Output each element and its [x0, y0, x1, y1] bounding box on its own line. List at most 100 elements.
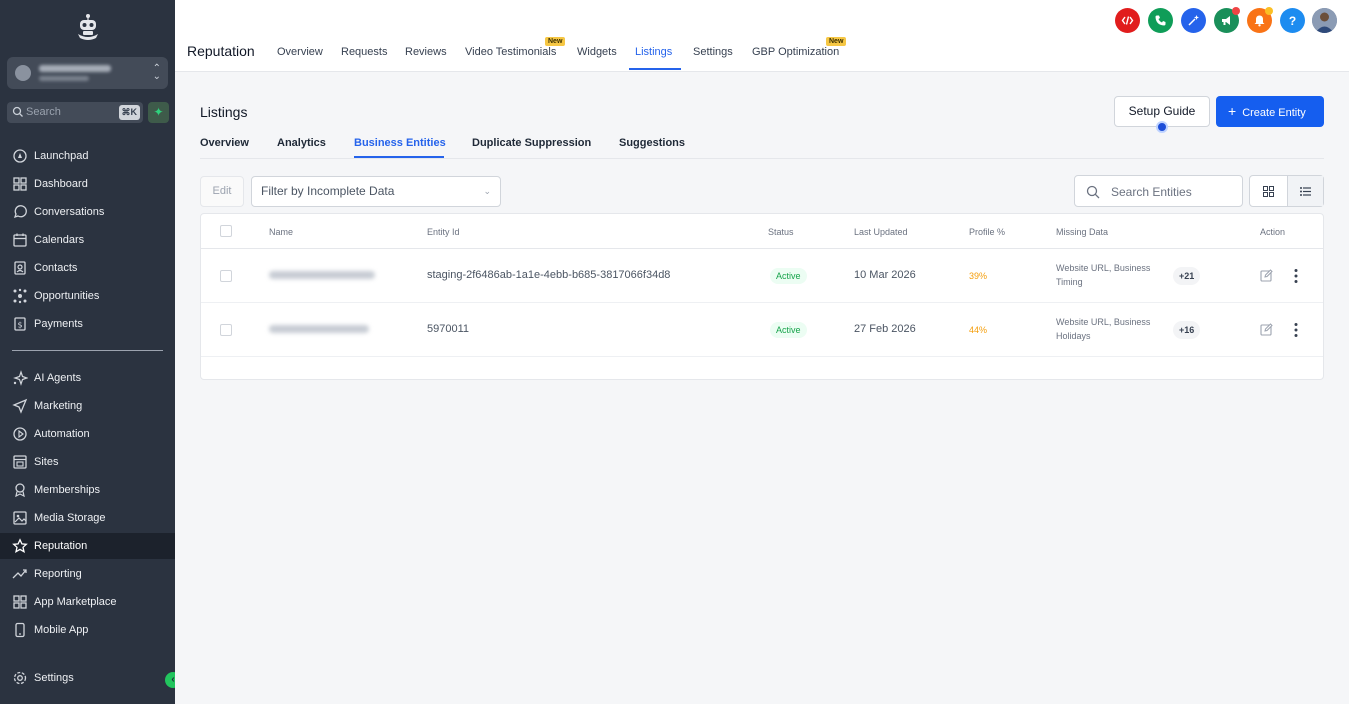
sidebar-item-label: Dashboard — [34, 178, 88, 190]
sidebar-item-contacts[interactable]: Contacts — [0, 255, 175, 281]
bell-icon — [1254, 15, 1265, 27]
magic-icon — [1188, 15, 1199, 26]
sidebar-divider — [12, 350, 163, 351]
view-toggle — [1249, 175, 1324, 207]
kebab-menu-icon[interactable] — [1290, 268, 1302, 284]
sidebar-item-launchpad[interactable]: Launchpad — [0, 143, 175, 169]
tab-listings[interactable]: Listings — [635, 46, 672, 58]
entity-name-redacted[interactable] — [269, 325, 369, 333]
account-name-redacted — [39, 65, 111, 72]
kebab-menu-icon[interactable] — [1290, 322, 1302, 338]
notification-dot — [1232, 7, 1240, 15]
code-button[interactable] — [1115, 8, 1140, 33]
tab-video-testimonials[interactable]: Video Testimonials — [465, 46, 556, 58]
sidebar-item-automation[interactable]: Automation — [0, 421, 175, 447]
missing-data-line: Holidays — [1056, 331, 1091, 341]
sidebar-item-label: AI Agents — [34, 372, 82, 384]
sidebar-search[interactable]: Search ⌘K — [7, 102, 143, 123]
gear-icon — [13, 671, 27, 685]
search-shortcut-badge: ⌘K — [118, 105, 140, 120]
sites-icon — [13, 455, 27, 469]
subtab-business-entities[interactable]: Business Entities — [354, 137, 446, 149]
sidebar-item-label: Mobile App — [34, 624, 89, 636]
grid-view-button[interactable] — [1250, 176, 1287, 206]
code-icon — [1121, 16, 1134, 25]
app-logo-icon[interactable] — [74, 12, 102, 42]
sidebar-item-marketing[interactable]: Marketing — [0, 393, 175, 419]
tab-settings[interactable]: Settings — [693, 46, 733, 58]
sidebar-item-calendars[interactable]: Calendars — [0, 227, 175, 253]
column-header-action: Action — [1260, 227, 1286, 237]
table-row[interactable]: 5970011 Active 27 Feb 2026 44% Website U… — [201, 303, 1323, 357]
sidebar-item-reputation[interactable]: Reputation — [0, 533, 175, 559]
page-title: Listings — [200, 104, 248, 120]
sidebar-item-media-storage[interactable]: Media Storage — [0, 505, 175, 531]
last-updated-cell: 27 Feb 2026 — [854, 323, 916, 335]
entity-name-redacted[interactable] — [269, 271, 375, 279]
table-row[interactable]: staging-2f6486ab-1a1e-4ebb-b685-3817066f… — [201, 249, 1323, 303]
edit-button[interactable]: Edit — [200, 176, 244, 207]
tab-widgets[interactable]: Widgets — [577, 46, 617, 58]
sidebar-item-sites[interactable]: Sites — [0, 449, 175, 475]
sidebar-item-conversations[interactable]: Conversations — [0, 199, 175, 225]
ai-assist-button[interactable]: ✦ — [148, 102, 169, 123]
user-avatar[interactable] — [1312, 8, 1337, 33]
sidebar-item-settings[interactable]: Settings — [0, 665, 175, 691]
row-checkbox[interactable] — [220, 270, 232, 282]
status-badge: Active — [770, 322, 807, 338]
create-entity-label: Create Entity — [1242, 107, 1306, 119]
sidebar-item-label: Reputation — [34, 540, 88, 552]
tab-reviews[interactable]: Reviews — [405, 46, 447, 58]
edit-icon[interactable] — [1260, 269, 1273, 282]
sidebar-item-ai-agents[interactable]: AI Agents — [0, 365, 175, 391]
account-switcher[interactable]: ⌃ ⌄ — [7, 57, 168, 89]
main-content: Listings Setup Guide + Create Entity Over… — [175, 72, 1349, 704]
module-title: Reputation — [187, 43, 255, 59]
sidebar-item-app-marketplace[interactable]: App Marketplace — [0, 589, 175, 615]
missing-data-more-badge[interactable]: +16 — [1173, 321, 1201, 339]
phone-call-icon — [1155, 15, 1166, 26]
incomplete-data-filter[interactable]: Filter by Incomplete Data ⌄ — [251, 176, 501, 207]
sidebar-item-payments[interactable]: $ Payments — [0, 311, 175, 337]
send-icon — [12, 398, 28, 414]
tab-gbp-optimization[interactable]: GBP Optimization — [752, 46, 839, 58]
list-view-button[interactable] — [1286, 176, 1323, 206]
tab-requests[interactable]: Requests — [341, 46, 387, 58]
sidebar-item-reporting[interactable]: Reporting — [0, 561, 175, 587]
search-icon — [1086, 185, 1100, 199]
contacts-icon — [14, 261, 26, 275]
search-entities-input[interactable]: Search Entities — [1074, 175, 1243, 207]
subtab-suggestions[interactable]: Suggestions — [619, 137, 685, 149]
sidebar-item-label: Payments — [34, 318, 83, 330]
column-header-last-updated: Last Updated — [854, 227, 908, 237]
select-all-checkbox[interactable] — [220, 225, 232, 237]
last-updated-cell: 10 Mar 2026 — [854, 269, 916, 281]
subtab-overview[interactable]: Overview — [200, 137, 249, 149]
sidebar-item-label: Memberships — [34, 484, 101, 496]
edit-icon[interactable] — [1260, 323, 1273, 336]
calendar-icon — [13, 233, 27, 247]
account-subtitle-redacted — [39, 76, 89, 81]
sidebar-item-dashboard[interactable]: Dashboard — [0, 171, 175, 197]
subtab-duplicate-suppression[interactable]: Duplicate Suppression — [472, 137, 591, 149]
create-entity-button[interactable]: + Create Entity — [1216, 96, 1324, 127]
svg-text:$: $ — [17, 321, 22, 330]
sidebar-item-memberships[interactable]: Memberships — [0, 477, 175, 503]
memberships-icon — [15, 483, 25, 498]
search-entities-placeholder: Search Entities — [1111, 185, 1192, 199]
help-button[interactable]: ? — [1280, 8, 1305, 33]
row-checkbox[interactable] — [220, 324, 232, 336]
subtab-analytics[interactable]: Analytics — [277, 137, 326, 149]
guide-hotspot-indicator[interactable] — [1156, 121, 1168, 133]
notifications-button[interactable] — [1247, 7, 1273, 33]
sidebar-item-label: Sites — [34, 456, 59, 468]
sidebar-item-opportunities[interactable]: Opportunities — [0, 283, 175, 309]
tab-overview[interactable]: Overview — [277, 46, 323, 58]
magic-button[interactable] — [1181, 8, 1206, 33]
column-header-status: Status — [768, 227, 794, 237]
trend-icon — [12, 569, 27, 579]
sidebar-item-mobile-app[interactable]: Mobile App — [0, 617, 175, 643]
missing-data-more-badge[interactable]: +21 — [1173, 267, 1201, 285]
announcements-button[interactable] — [1214, 7, 1240, 33]
phone-call-button[interactable] — [1148, 8, 1173, 33]
